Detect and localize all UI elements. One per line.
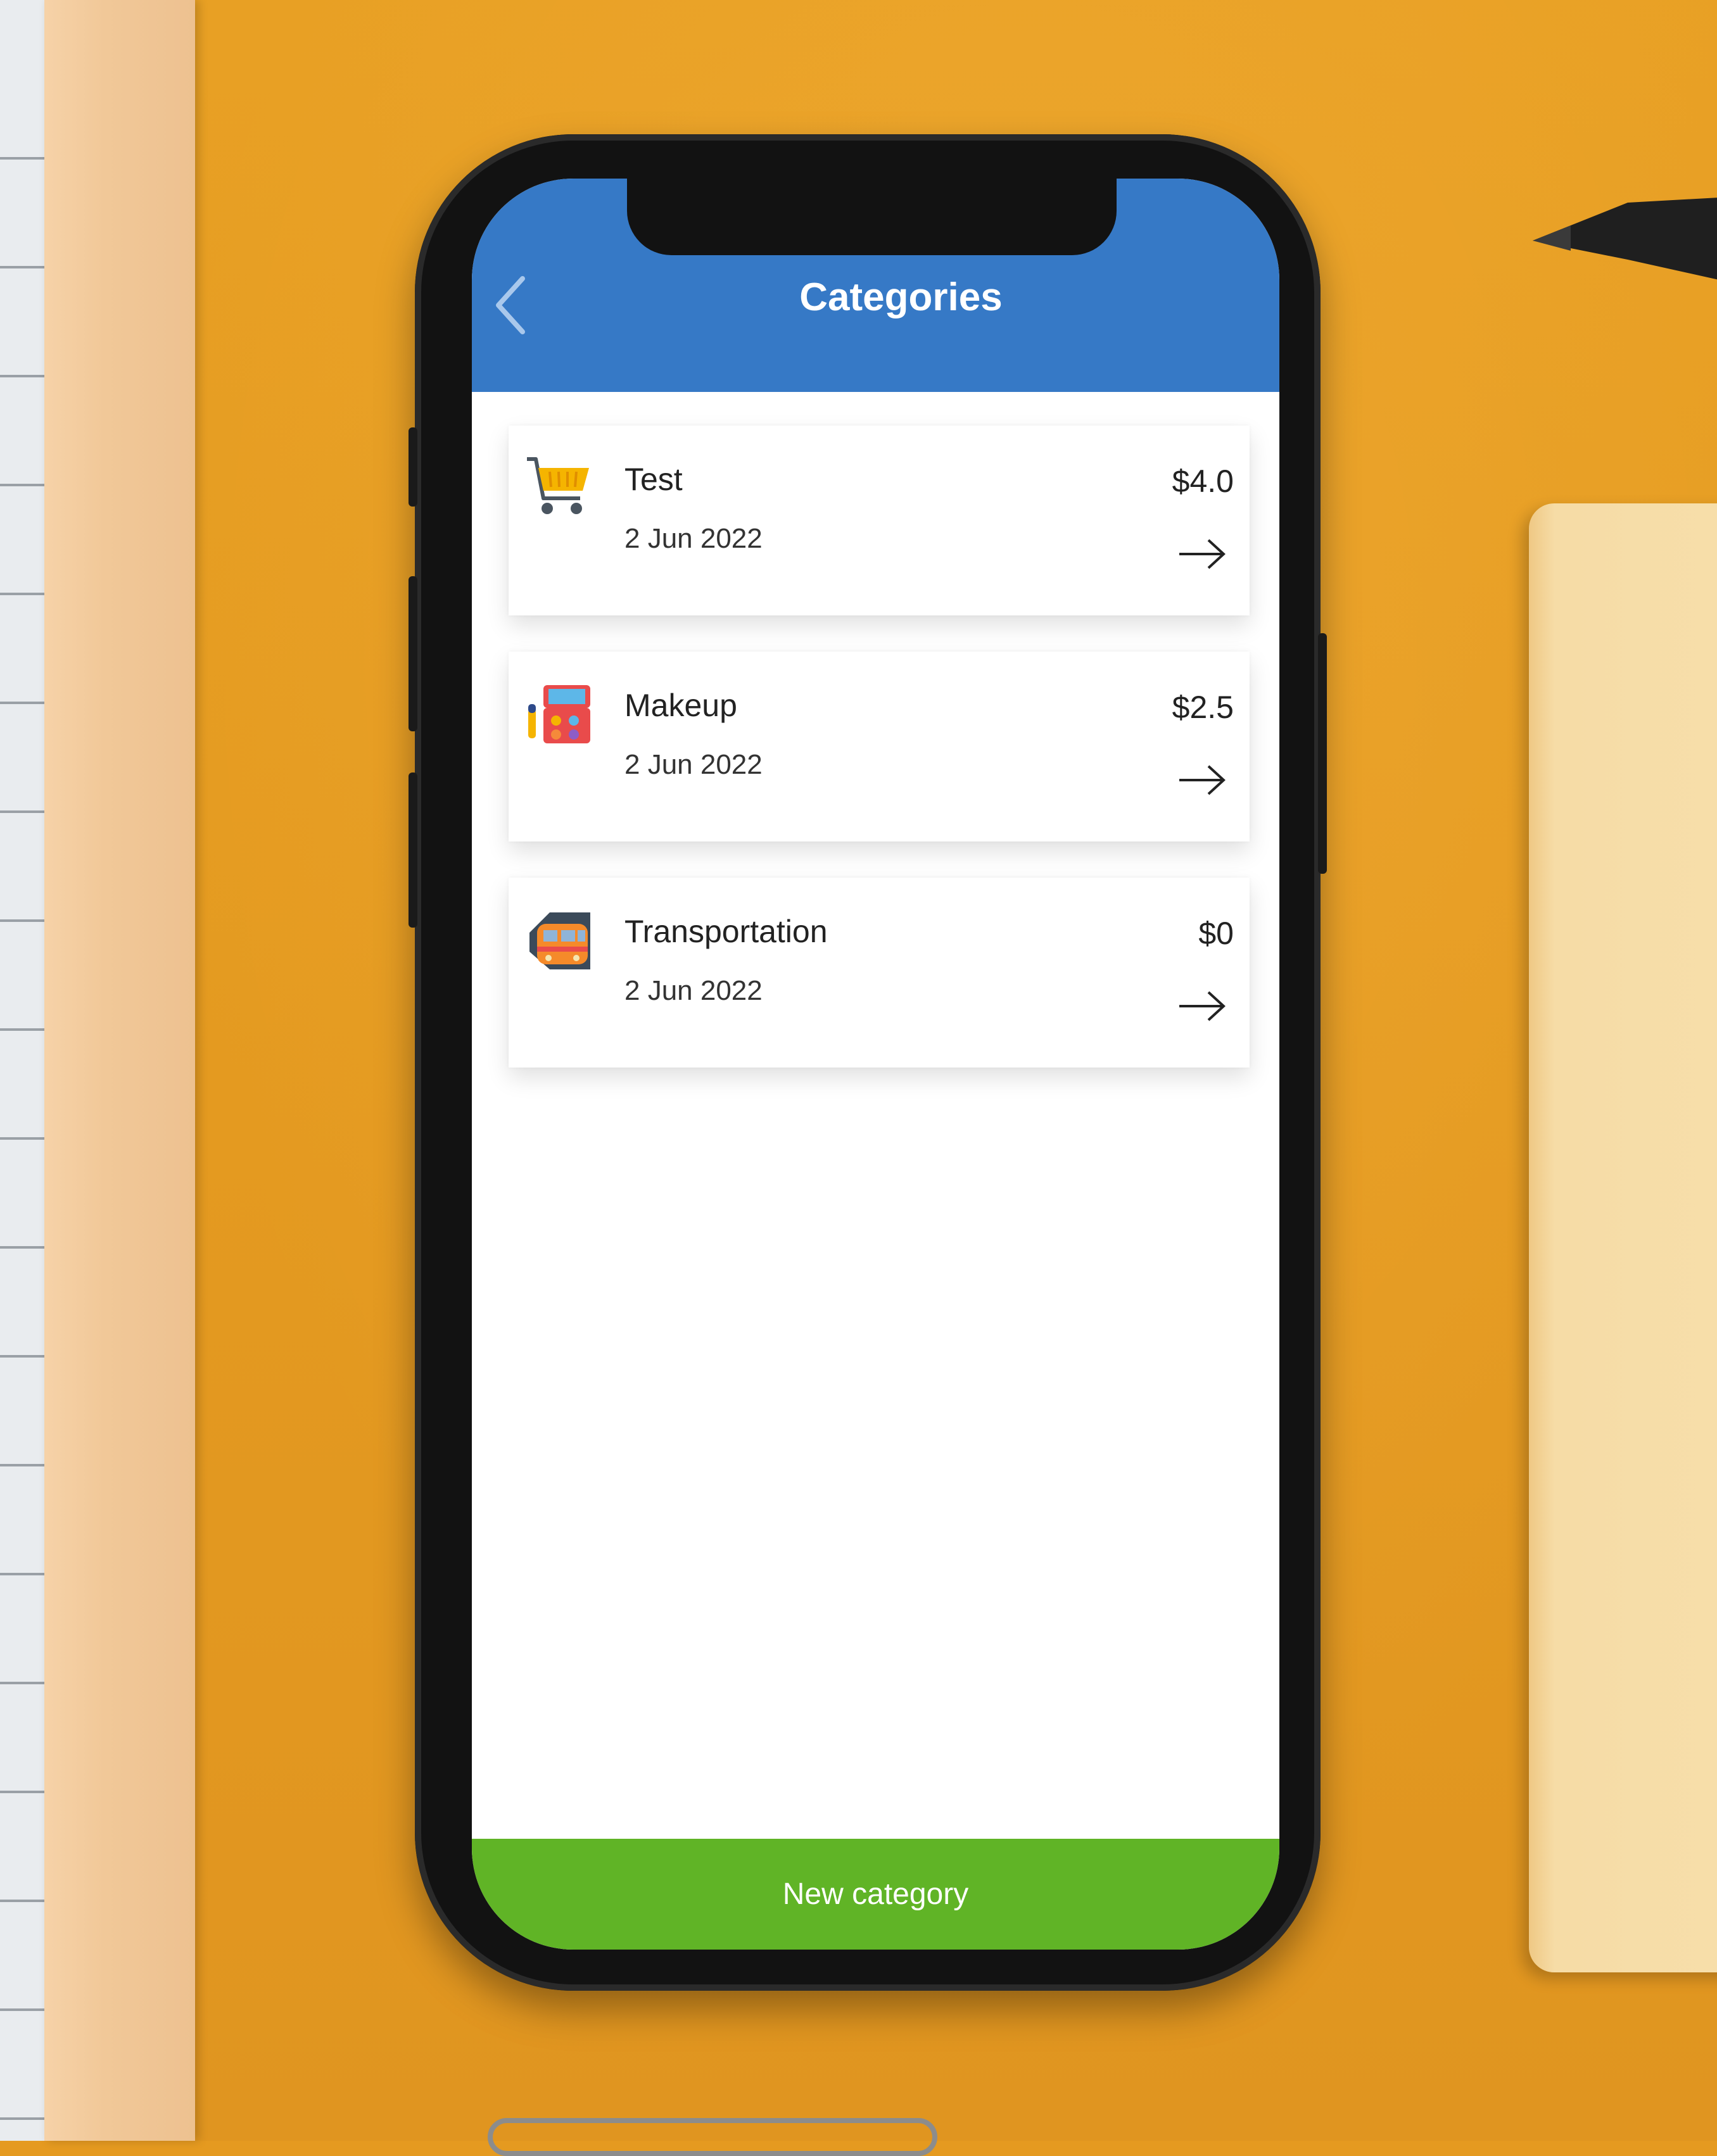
phone-screen: Categories Test 2 Jun 2022 $4.0 Makeup 2…: [472, 179, 1279, 1950]
phone-notch: [627, 171, 1117, 255]
category-date: 2 Jun 2022: [624, 975, 763, 1006]
paper-clip: [488, 2118, 937, 2156]
phone-side-button: [409, 576, 417, 731]
pencil-tip: [1533, 198, 1717, 280]
category-name: Transportation: [624, 914, 828, 949]
makeup-palette-icon: [528, 685, 590, 743]
category-list: Test 2 Jun 2022 $4.0 Makeup 2 Jun 2022 $…: [509, 426, 1250, 1104]
shopping-cart-icon: [527, 457, 589, 514]
phone-side-button: [409, 427, 417, 507]
category-card-transportation[interactable]: Transportation 2 Jun 2022 $0: [509, 878, 1250, 1068]
category-name: Makeup: [624, 688, 737, 723]
category-card-makeup[interactable]: Makeup 2 Jun 2022 $2.5: [509, 652, 1250, 842]
category-date: 2 Jun 2022: [624, 523, 763, 554]
new-category-button[interactable]: New category: [472, 1839, 1279, 1950]
notebook-edge: [0, 0, 44, 2141]
category-amount: $4.0: [1172, 463, 1234, 499]
phone-side-button: [1318, 633, 1327, 874]
notepad: [1529, 503, 1717, 1972]
arrow-right-icon[interactable]: [1177, 536, 1227, 572]
category-date: 2 Jun 2022: [624, 749, 763, 780]
category-name: Test: [624, 462, 683, 497]
page-title: Categories: [799, 275, 1003, 319]
wooden-board: [44, 0, 195, 2141]
phone-side-button: [409, 772, 417, 928]
category-amount: $0: [1198, 916, 1234, 951]
arrow-right-icon[interactable]: [1177, 988, 1227, 1024]
train-icon: [529, 912, 590, 969]
arrow-right-icon[interactable]: [1177, 762, 1227, 798]
category-card-test[interactable]: Test 2 Jun 2022 $4.0: [509, 426, 1250, 615]
category-amount: $2.5: [1172, 690, 1234, 725]
